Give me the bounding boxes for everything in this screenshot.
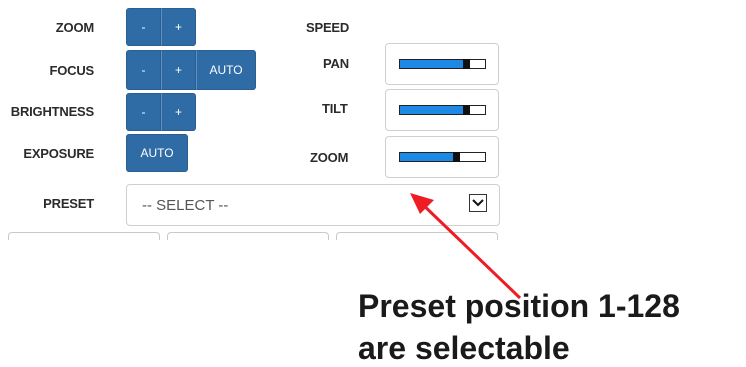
annotation-line-2: are selectable [358,330,570,366]
annotation-line-1: Preset position 1-128 [358,288,680,324]
